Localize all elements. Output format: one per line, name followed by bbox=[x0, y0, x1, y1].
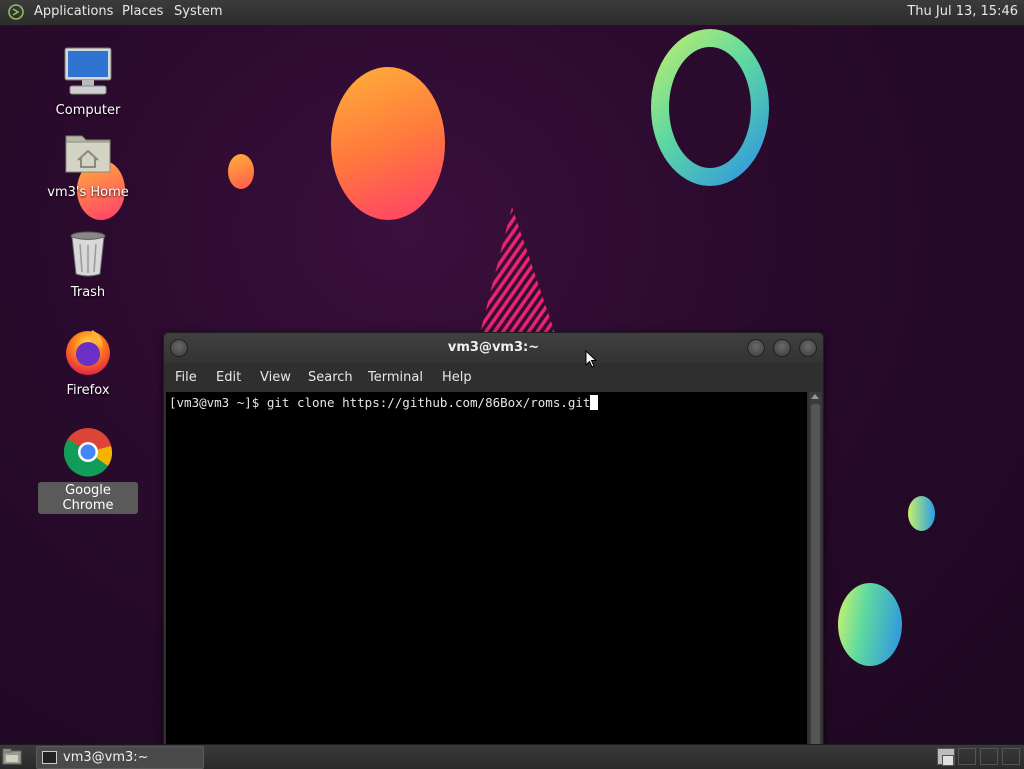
menu-help[interactable]: Help bbox=[442, 370, 472, 385]
computer-icon bbox=[62, 46, 114, 98]
top-panel: Applications Places System Thu Jul 13, 1… bbox=[0, 0, 1024, 26]
distro-logo-icon[interactable] bbox=[8, 4, 24, 20]
workspace-1[interactable] bbox=[937, 748, 955, 766]
wallpaper-green-oval-small bbox=[908, 496, 935, 531]
wallpaper-small-orange-oval bbox=[228, 154, 254, 189]
clock[interactable]: Thu Jul 13, 15:46 bbox=[907, 4, 1018, 19]
wallpaper-gradient-ring bbox=[651, 29, 769, 186]
scrollbar-thumb[interactable] bbox=[811, 404, 820, 749]
chrome-icon bbox=[62, 426, 114, 478]
window-title: vm3@vm3:~ bbox=[447, 340, 540, 355]
wallpaper-orange-oval bbox=[331, 67, 445, 220]
show-desktop-icon[interactable] bbox=[2, 748, 22, 765]
desktop-icon-label: Trash bbox=[70, 285, 106, 300]
desktop-icon-computer[interactable]: Computer bbox=[38, 46, 138, 119]
command-line: [vm3@vm3 ~]$ git clone https://github.co… bbox=[169, 395, 599, 410]
workspace-2[interactable] bbox=[958, 748, 976, 765]
scroll-up-arrow-icon[interactable] bbox=[811, 394, 819, 399]
trash-icon bbox=[62, 228, 114, 280]
command-text: git clone https://github.com/86Box/roms.… bbox=[266, 395, 591, 410]
desktop-icon-label: vm3's Home bbox=[47, 185, 129, 200]
bottom-panel: vm3@vm3:~ bbox=[0, 744, 1024, 769]
mouse-pointer-icon bbox=[585, 350, 597, 368]
places-menu[interactable]: Places bbox=[122, 4, 163, 19]
text-cursor bbox=[590, 395, 599, 410]
menu-terminal[interactable]: Terminal bbox=[368, 370, 423, 385]
desktop-icon-firefox[interactable]: Firefox bbox=[38, 326, 138, 399]
terminal-icon bbox=[42, 751, 57, 764]
system-menu[interactable]: System bbox=[174, 4, 222, 19]
applications-menu[interactable]: Applications bbox=[34, 4, 113, 19]
window-menu-button[interactable] bbox=[170, 339, 188, 357]
workspace-3[interactable] bbox=[980, 748, 998, 765]
close-button[interactable] bbox=[799, 339, 817, 357]
desktop-icon-label: Computer bbox=[55, 103, 121, 118]
desktop-icon-label: Firefox bbox=[66, 383, 110, 398]
menu-view[interactable]: View bbox=[260, 370, 291, 385]
desktop-icon-home[interactable]: vm3's Home bbox=[38, 128, 138, 201]
maximize-button[interactable] bbox=[773, 339, 791, 357]
window-titlebar[interactable]: vm3@vm3:~ bbox=[164, 333, 823, 363]
menu-search[interactable]: Search bbox=[308, 370, 353, 385]
firefox-icon bbox=[62, 326, 114, 378]
desktop-icon-trash[interactable]: Trash bbox=[38, 228, 138, 301]
wallpaper-green-oval-large bbox=[838, 583, 902, 666]
terminal-window[interactable]: vm3@vm3:~ File Edit View Search Terminal… bbox=[163, 332, 824, 754]
menu-file[interactable]: File bbox=[175, 370, 197, 385]
terminal-menubar: File Edit View Search Terminal Help bbox=[164, 365, 823, 391]
desktop-icon-label: Google Chrome bbox=[38, 482, 138, 514]
menu-edit[interactable]: Edit bbox=[216, 370, 241, 385]
desktop-icon-chrome[interactable]: Google Chrome bbox=[38, 426, 138, 514]
minimize-button[interactable] bbox=[747, 339, 765, 357]
workspace-window-thumbnail bbox=[942, 755, 954, 766]
taskbar-button-terminal[interactable]: vm3@vm3:~ bbox=[36, 746, 204, 769]
home-folder-icon bbox=[62, 128, 114, 180]
taskbar-button-label: vm3@vm3:~ bbox=[63, 750, 149, 765]
terminal-text-area[interactable]: [vm3@vm3 ~]$ git clone https://github.co… bbox=[166, 392, 807, 753]
wallpaper-striped-triangle bbox=[480, 207, 555, 333]
terminal-scrollbar[interactable] bbox=[809, 392, 822, 753]
workspace-4[interactable] bbox=[1002, 748, 1020, 765]
shell-prompt: [vm3@vm3 ~]$ bbox=[169, 395, 267, 410]
